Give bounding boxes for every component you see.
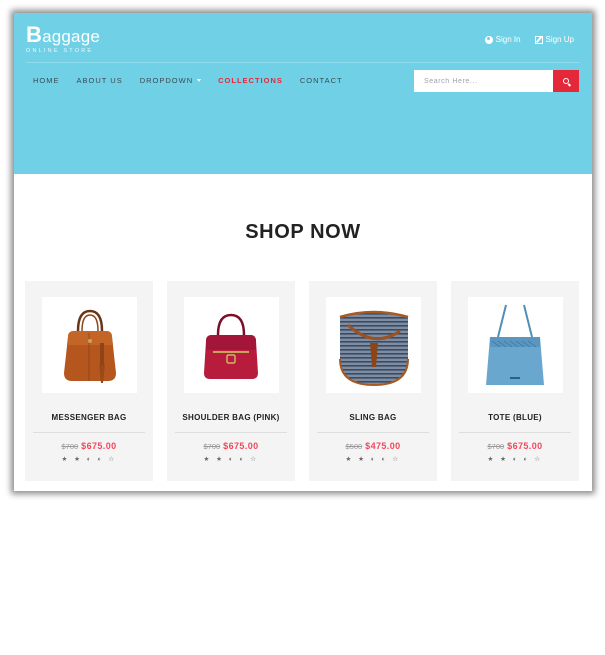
product-price: $700 $675.00 (167, 441, 295, 451)
sling-bag-image (339, 310, 409, 387)
sign-in-label: Sign In (495, 35, 521, 44)
site-logo[interactable]: Baggage ONLINE STORE (26, 22, 101, 55)
current-price: $675.00 (223, 441, 259, 451)
section-title: SHOP NOW (245, 221, 361, 243)
sign-up-label: Sign Up (545, 35, 574, 44)
current-price: $475.00 (365, 441, 401, 451)
product-name[interactable]: SLING BAG (309, 413, 437, 422)
old-price: $700 (487, 442, 505, 451)
nav-dropdown-label: DROPDOWN (139, 76, 194, 85)
nav-about-us[interactable]: ABOUT US (77, 76, 123, 85)
star-rating-icon: ★ ★ ◐ ◐ ☆ (61, 456, 117, 463)
star-rating-icon: ★ ★ ◐ ◐ ☆ (203, 456, 259, 463)
browser-page: Baggage ONLINE STORE Sign In Sign Up HOM… (14, 13, 592, 491)
old-price: $700 (203, 442, 221, 451)
product-image[interactable] (468, 297, 563, 393)
product-name[interactable]: TOTE (BLUE) (451, 413, 579, 422)
search-bar (414, 70, 579, 92)
nav-dropdown[interactable]: DROPDOWN (139, 76, 202, 85)
product-image[interactable] (42, 297, 137, 393)
logo-wordmark: Baggage (26, 22, 101, 47)
current-price: $675.00 (81, 441, 117, 451)
card-divider (175, 432, 287, 433)
star-rating-icon: ★ ★ ◐ ◐ ☆ (345, 456, 401, 463)
shoulder-bag-image (204, 313, 258, 379)
search-input[interactable] (414, 70, 553, 92)
user-icon (484, 35, 493, 44)
product-price: $700 $675.00 (451, 441, 579, 451)
product-card[interactable]: SHOULDER BAG (PINK) $700 $675.00 ★ ★ ◐ ◐ … (167, 281, 295, 481)
chevron-down-icon (197, 79, 202, 82)
main-nav: HOME ABOUT US DROPDOWN COLLECTIONS CONTA… (33, 76, 343, 85)
logo-tagline: ONLINE STORE (26, 48, 94, 54)
nav-collections[interactable]: COLLECTIONS (218, 76, 283, 85)
sign-in-link[interactable]: Sign In (484, 35, 521, 44)
nav-home[interactable]: HOME (33, 76, 60, 85)
account-links: Sign In Sign Up (484, 35, 574, 44)
product-price: $500 $475.00 (309, 441, 437, 451)
product-name[interactable]: SHOULDER BAG (PINK) (167, 413, 295, 422)
product-name[interactable]: MESSENGER BAG (25, 413, 153, 422)
edit-icon (534, 35, 543, 44)
search-button[interactable] (553, 70, 579, 92)
search-icon (563, 78, 569, 84)
card-divider (33, 432, 145, 433)
old-price: $700 (61, 442, 79, 451)
product-price: $700 $675.00 (25, 441, 153, 451)
logo-name: aggage (42, 27, 101, 46)
logo-initial: B (26, 22, 43, 47)
card-divider (317, 432, 429, 433)
messenger-bag-image (64, 309, 116, 383)
header-divider (26, 62, 580, 63)
product-card[interactable]: SLING BAG $500 $475.00 ★ ★ ◐ ◐ ☆ (309, 281, 437, 481)
product-card[interactable]: MESSENGER BAG $700 $675.00 ★ ★ ◐ ◐ ☆ (25, 281, 153, 481)
nav-contact[interactable]: CONTACT (300, 76, 343, 85)
site-header: Baggage ONLINE STORE Sign In Sign Up HOM… (14, 13, 592, 174)
sign-up-link[interactable]: Sign Up (534, 35, 574, 44)
card-divider (459, 432, 571, 433)
product-image[interactable] (326, 297, 421, 393)
current-price: $675.00 (507, 441, 543, 451)
star-rating-icon: ★ ★ ◐ ◐ ☆ (487, 456, 543, 463)
old-price: $500 (345, 442, 363, 451)
product-image[interactable] (184, 297, 279, 393)
tote-bag-image (486, 304, 544, 385)
product-grid: MESSENGER BAG $700 $675.00 ★ ★ ◐ ◐ ☆ SHOU… (25, 281, 579, 481)
product-card[interactable]: TOTE (BLUE) $700 $675.00 ★ ★ ◐ ◐ ☆ (451, 281, 579, 481)
